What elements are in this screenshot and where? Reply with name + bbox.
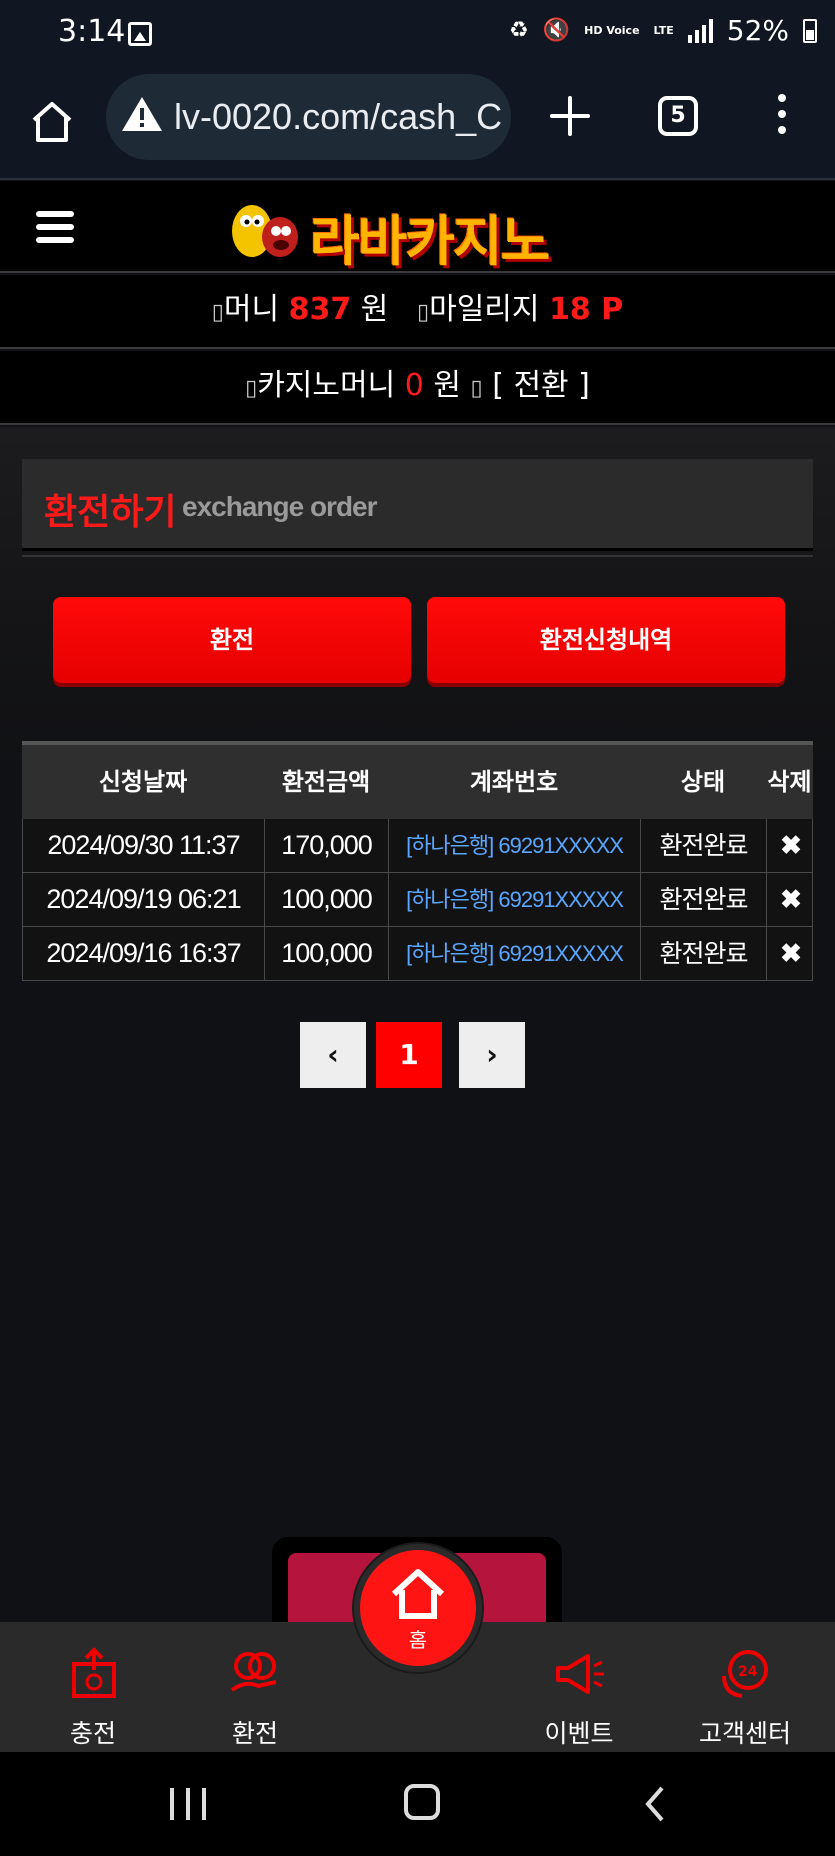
house-icon <box>391 1569 445 1619</box>
site-header: 라바카지노 <box>0 181 835 273</box>
status-indicators: ♻ 🔇 HD Voice LTE 52% <box>509 14 817 47</box>
coins-hand-icon <box>230 1652 277 1692</box>
signal-icon <box>687 18 713 43</box>
svg-text:24: 24 <box>738 1664 758 1680</box>
nav-home-label: 홈 <box>408 1628 428 1652</box>
row-account: [하나은행] 69291XXXXX <box>389 927 641 980</box>
main-content: 환전하기 exchange order 환전 환전신청내역 신청날짜 환전금액 … <box>0 427 835 1633</box>
money-icon: ▯ <box>211 300 224 325</box>
nav-event-label: 이벤트 <box>544 1719 614 1748</box>
battery-icon <box>803 18 817 43</box>
mileage-icon: ▯ <box>417 300 430 325</box>
delete-icon[interactable]: ✖ <box>767 873 814 926</box>
table-row: 2024/09/30 11:37 170,000 [하나은행] 69291XXX… <box>22 819 813 873</box>
header-account: 계좌번호 <box>469 768 559 796</box>
new-tab-button[interactable] <box>548 94 592 138</box>
site-logo[interactable]: 라바카지노 <box>226 193 610 273</box>
prev-page-button[interactable]: ‹ <box>300 1022 366 1088</box>
header-status: 상태 <box>680 768 726 796</box>
status-time: 3:14 <box>58 14 126 49</box>
hd-voice-icon: HD Voice <box>584 24 640 37</box>
home-icon[interactable] <box>28 98 76 146</box>
next-page-button[interactable]: › <box>459 1022 525 1088</box>
casino-money-label: 카지노머니 <box>257 368 396 403</box>
exchange-history-button[interactable]: 환전신청내역 <box>427 597 785 683</box>
row-status: 환전완료 <box>641 873 767 926</box>
row-amount: 100,000 <box>265 927 389 980</box>
nav-withdraw-label: 환전 <box>231 1719 278 1748</box>
gallery-notification-icon <box>128 22 152 46</box>
lte-icon: LTE <box>653 24 674 37</box>
url-text[interactable]: lv-0020.com/cash_C <box>174 96 502 138</box>
mileage-label: 마일리지 <box>429 292 540 327</box>
support-24-icon: 24 <box>722 1650 768 1698</box>
casino-money-row: ▯카지노머니 0 원 ▯ [ 전환 ] <box>0 351 835 425</box>
battery-percent: 52% <box>726 14 789 47</box>
mute-icon: 🔇 <box>542 18 571 43</box>
table-row: 2024/09/16 16:37 100,000 [하나은행] 69291XXX… <box>22 927 813 981</box>
row-date: 2024/09/30 11:37 <box>23 819 265 872</box>
row-date: 2024/09/19 06:21 <box>23 873 265 926</box>
nav-support[interactable]: 24 고객센터 <box>680 1622 810 1752</box>
row-status: 환전완료 <box>641 819 767 872</box>
logo-text: 라바카지노 <box>310 210 550 273</box>
delete-symbol[interactable]: ✖ <box>780 830 802 860</box>
row-amount: 100,000 <box>265 873 389 926</box>
nav-support-label: 고객센터 <box>698 1719 791 1748</box>
table-header: 신청날짜 환전금액 계좌번호 상태 삭제 <box>22 741 813 819</box>
browser-menu-icon[interactable] <box>776 94 788 138</box>
delete-icon[interactable]: ✖ <box>767 927 814 980</box>
delete-symbol[interactable]: ✖ <box>780 884 802 914</box>
system-nav-bar <box>0 1752 835 1856</box>
delete-symbol[interactable]: ✖ <box>780 938 802 968</box>
row-account: [하나은행] 69291XXXXX <box>389 819 641 872</box>
back-icon[interactable] <box>640 1784 670 1824</box>
casino-money-value: 0 <box>404 368 424 403</box>
system-home-icon[interactable] <box>404 1784 440 1820</box>
current-page[interactable]: 1 <box>376 1022 442 1088</box>
status-bar: 3:14 ♻ 🔇 HD Voice LTE 52% <box>0 0 835 70</box>
title-divider <box>22 555 813 557</box>
money-label: 머니 <box>223 292 280 327</box>
recent-apps-icon[interactable] <box>170 1788 206 1820</box>
row-account: [하나은행] 69291XXXXX <box>389 873 641 926</box>
row-amount: 170,000 <box>265 819 389 872</box>
page-subtitle: exchange order <box>182 491 378 522</box>
convert-icon: ▯ <box>470 376 483 401</box>
header-date: 신청날짜 <box>98 768 188 796</box>
megaphone-icon <box>556 1654 604 1694</box>
row-status: 환전완료 <box>641 927 767 980</box>
hamburger-menu-icon[interactable] <box>36 211 74 243</box>
nav-withdraw[interactable]: 환전 <box>190 1622 320 1752</box>
casino-money-unit: 원 <box>433 368 461 403</box>
nav-home-button[interactable]: 홈 <box>354 1544 482 1672</box>
larva-mascot-icon <box>232 205 298 257</box>
convert-button[interactable]: [ 전환 ] <box>492 368 590 403</box>
deposit-box-icon <box>72 1647 116 1698</box>
tab-switcher-button[interactable]: 5 <box>658 96 698 136</box>
section-title-bar: 환전하기 exchange order <box>22 459 813 551</box>
nav-deposit-label: 충전 <box>69 1719 116 1748</box>
page-title: 환전하기 <box>44 492 177 533</box>
exchange-button[interactable]: 환전 <box>53 597 411 683</box>
warning-icon[interactable] <box>120 94 164 134</box>
delete-icon[interactable]: ✖ <box>767 819 814 872</box>
table-row: 2024/09/19 06:21 100,000 [하나은행] 69291XXX… <box>22 873 813 927</box>
mileage-value: 18 P <box>549 292 624 327</box>
money-info-row: ▯머니 837 원 ▯마일리지 18 P <box>0 275 835 349</box>
header-delete: 삭제 <box>767 768 812 796</box>
nav-deposit[interactable]: 충전 <box>28 1622 158 1752</box>
address-bar[interactable]: lv-0020.com/cash_C <box>106 74 511 160</box>
money-value: 837 <box>288 292 352 327</box>
casino-money-icon: ▯ <box>245 376 258 401</box>
row-date: 2024/09/16 16:37 <box>23 927 265 980</box>
browser-toolbar: lv-0020.com/cash_C 5 <box>0 70 835 180</box>
header-amount: 환전금액 <box>281 768 371 796</box>
nav-event[interactable]: 이벤트 <box>514 1622 644 1752</box>
recycle-icon: ♻ <box>509 18 529 43</box>
money-unit: 원 <box>360 292 389 327</box>
